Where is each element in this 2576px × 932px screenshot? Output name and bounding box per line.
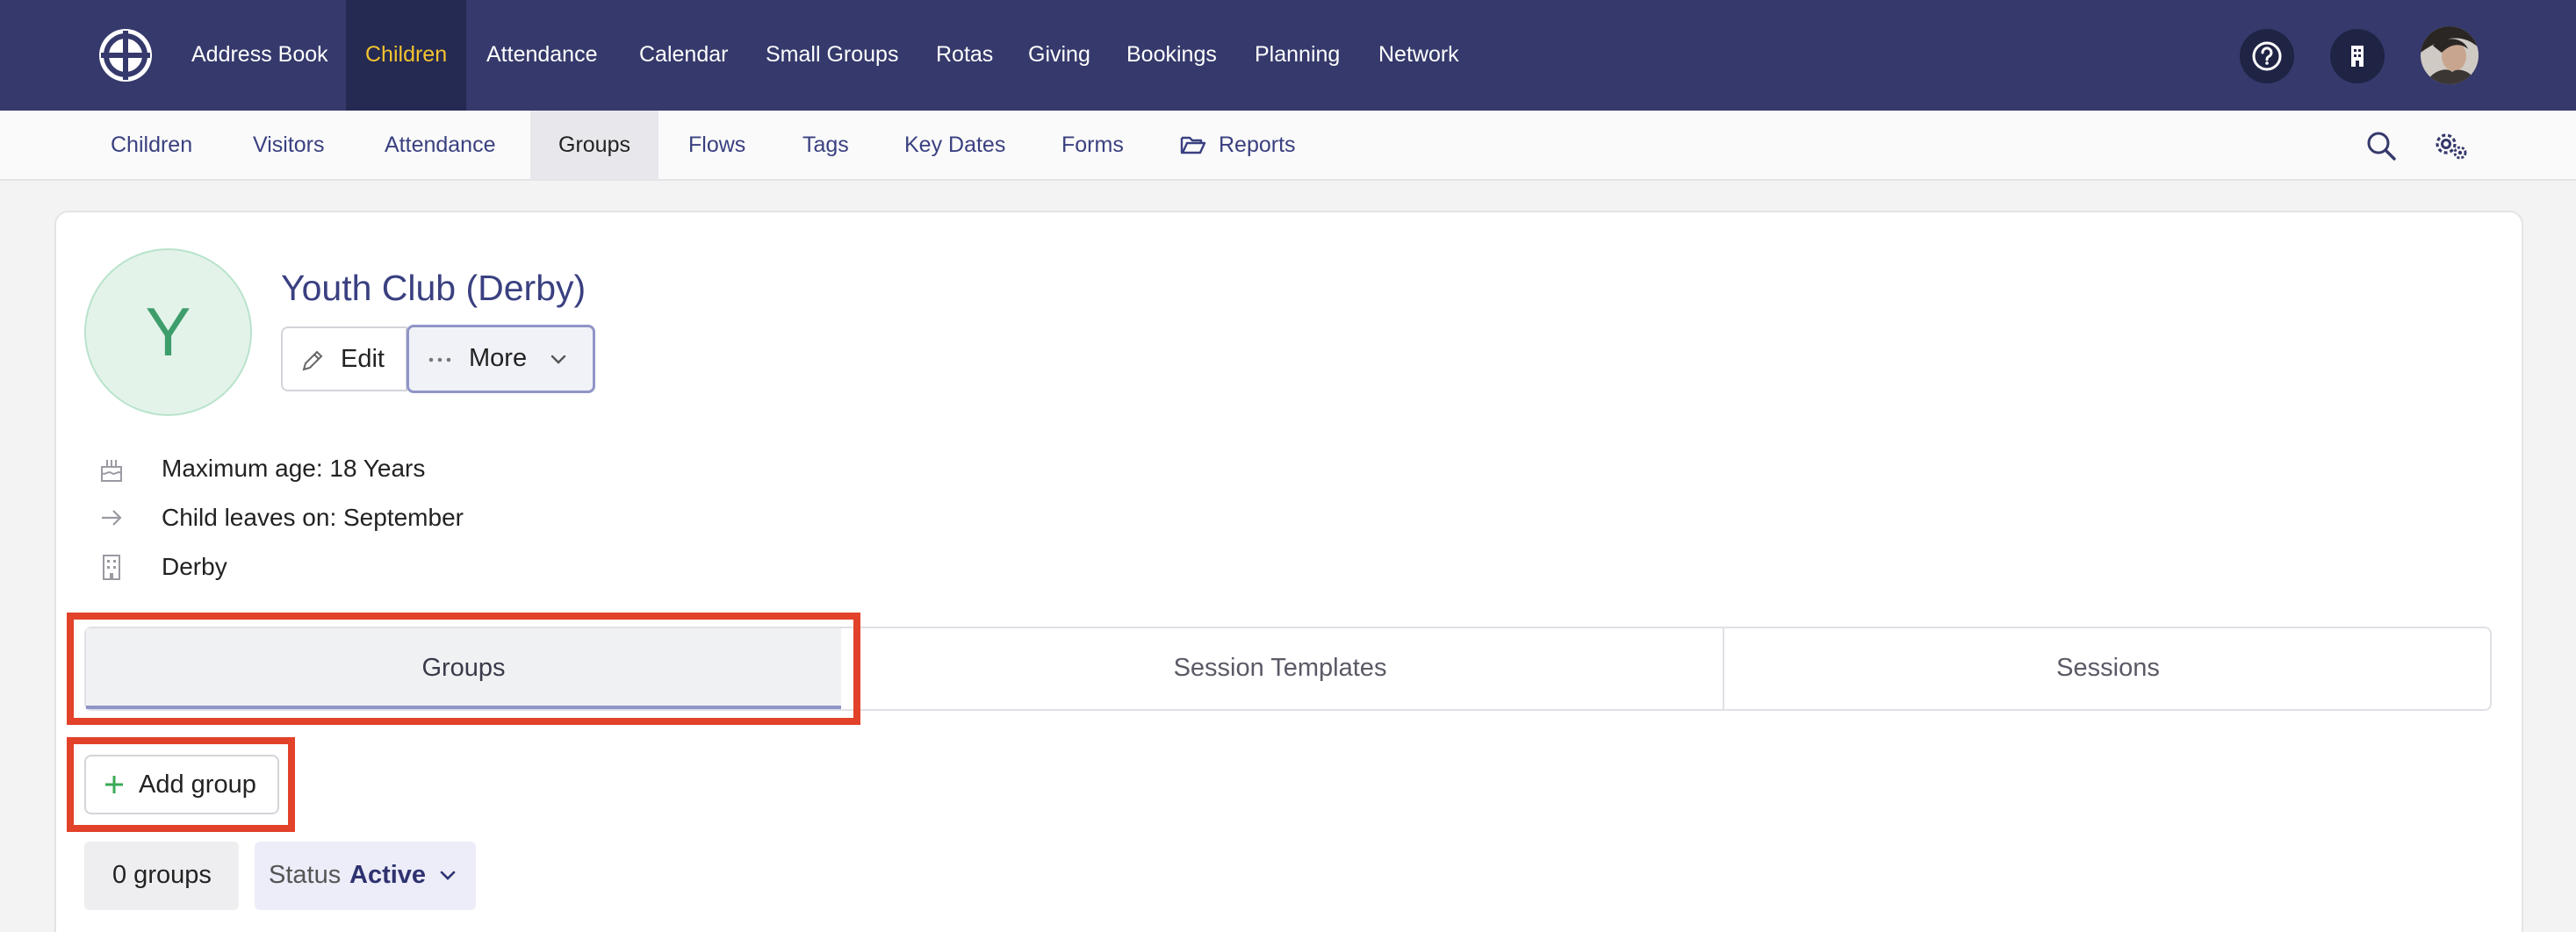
cake-icon	[101, 460, 122, 482]
settings-icon[interactable]	[2432, 128, 2469, 163]
building-icon	[2351, 46, 2364, 67]
subnav-visitors[interactable]: Visitors	[253, 111, 325, 179]
organisation-button[interactable]	[2330, 29, 2385, 83]
help-button[interactable]	[2240, 29, 2294, 83]
help-icon	[2252, 41, 2282, 71]
search-icon[interactable]	[2365, 130, 2397, 161]
tab-session-templates[interactable]: Session Templates	[841, 628, 1719, 709]
subnav-flows[interactable]: Flows	[688, 111, 745, 179]
subnav-children[interactable]: Children	[111, 111, 192, 179]
nav-giving[interactable]: Giving	[1028, 0, 1090, 111]
page-title: Youth Club (Derby)	[281, 268, 586, 308]
top-navigation-bar: Address Book Children Attendance Calenda…	[0, 0, 2576, 111]
status-filter-label: Status	[269, 861, 342, 889]
highlight-box-add-group	[67, 737, 295, 832]
detail-maximum-age: Maximum age: 18 Years	[162, 455, 426, 482]
detail-leaving-month: Child leaves on: September	[162, 504, 464, 531]
more-label: More	[469, 344, 528, 372]
pencil-icon	[302, 350, 323, 371]
building-icon	[103, 555, 120, 580]
subnav-reports[interactable]: Reports	[1219, 111, 1296, 179]
nav-planning[interactable]: Planning	[1255, 0, 1340, 111]
subnav-tags[interactable]: Tags	[802, 111, 849, 179]
group-avatar: Y	[84, 248, 252, 416]
status-filter-value: Active	[349, 861, 427, 889]
nav-attendance[interactable]: Attendance	[486, 0, 598, 111]
nav-bookings[interactable]: Bookings	[1126, 0, 1217, 111]
folder-open-icon	[1180, 136, 1206, 154]
edit-button[interactable]: Edit	[281, 326, 407, 391]
nav-network[interactable]: Network	[1378, 0, 1459, 111]
nav-rotas[interactable]: Rotas	[936, 0, 993, 111]
nav-small-groups[interactable]: Small Groups	[766, 0, 898, 111]
arrow-right-icon	[102, 510, 122, 526]
ellipsis-icon	[428, 357, 451, 362]
nav-address-book[interactable]: Address Book	[191, 0, 328, 111]
detail-location: Derby	[162, 553, 227, 580]
subnav-forms[interactable]: Forms	[1061, 111, 1124, 179]
tab-sessions[interactable]: Sessions	[1724, 628, 2492, 709]
edit-label: Edit	[341, 345, 385, 373]
highlight-box-groups-tab	[67, 613, 860, 725]
more-button[interactable]: More	[407, 325, 595, 393]
nav-calendar[interactable]: Calendar	[639, 0, 728, 111]
app-logo-icon[interactable]	[97, 26, 155, 84]
subnav-key-dates[interactable]: Key Dates	[904, 111, 1005, 179]
group-count-label: 0 groups	[112, 861, 212, 889]
sub-navigation-bar: Children Visitors Attendance Groups Flow…	[0, 111, 2576, 181]
group-detail-card	[54, 211, 2523, 932]
user-avatar[interactable]	[2421, 26, 2479, 84]
group-count-badge: 0 groups	[84, 842, 239, 910]
subnav-attendance[interactable]: Attendance	[385, 111, 496, 179]
chevron-down-icon	[440, 871, 456, 880]
chevron-down-icon	[550, 355, 566, 364]
subnav-groups[interactable]: Groups	[530, 111, 658, 179]
status-filter-dropdown[interactable]: Status Active	[255, 842, 476, 910]
nav-children[interactable]: Children	[346, 0, 467, 111]
